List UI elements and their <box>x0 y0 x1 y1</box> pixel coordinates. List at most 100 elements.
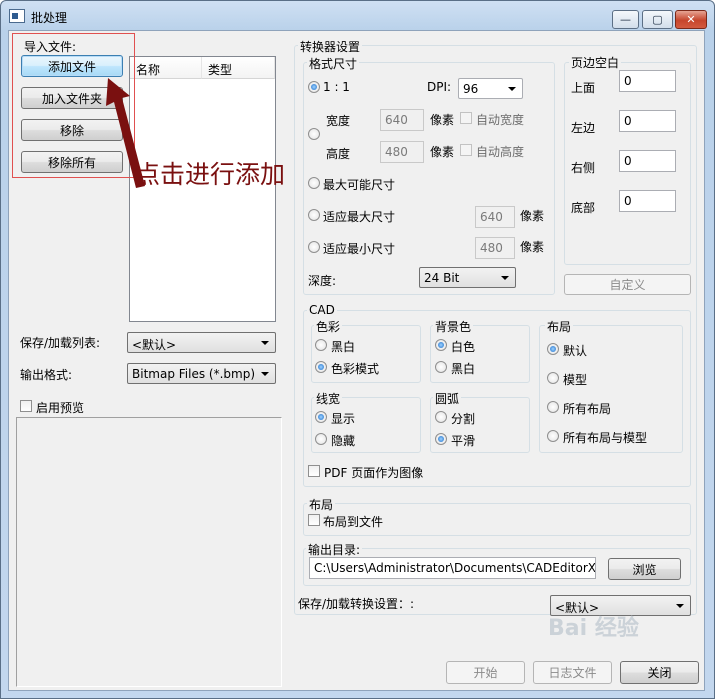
margin-left-input[interactable]: 0 <box>619 110 676 132</box>
background-white-radio[interactable] <box>435 339 447 351</box>
window-title: 批处理 <box>31 11 68 25</box>
custom-size-radio[interactable] <box>308 128 320 140</box>
save-list-value: <默认> <box>132 338 177 352</box>
dpi-combo[interactable]: 96 <box>458 78 523 99</box>
margin-bottom-label: 底部 <box>571 201 596 215</box>
depth-label: 深度: <box>308 274 337 288</box>
browse-button[interactable]: 浏览 <box>608 558 681 580</box>
layout-all-radio[interactable] <box>547 401 559 413</box>
margin-right-input[interactable]: 0 <box>619 150 676 172</box>
start-button[interactable]: 开始 <box>446 661 525 684</box>
margin-left-label: 左边 <box>571 121 596 135</box>
auto-height-checkbox[interactable] <box>460 144 472 156</box>
color-mode-radio[interactable] <box>315 361 327 373</box>
save-settings-label: 保存/加载转换设置：: <box>298 597 415 611</box>
fit-min-label: 适应最小尺寸 <box>323 242 396 256</box>
fit-max-radio[interactable] <box>308 209 320 221</box>
chevron-down-icon <box>508 87 516 91</box>
layout-section-title: 布局 <box>307 496 336 513</box>
column-header-type[interactable]: 类型 <box>202 57 275 79</box>
fit-min-radio[interactable] <box>308 241 320 253</box>
background-bw-radio[interactable] <box>435 361 447 373</box>
output-dir-input[interactable]: C:\Users\Administrator\Documents\CADEdit… <box>309 557 596 579</box>
maximize-button[interactable]: ▢ <box>642 10 673 29</box>
annotation-text: 点击进行添加 <box>135 160 286 189</box>
preview-label: 启用预览 <box>36 401 85 415</box>
margins-title: 页边空白 <box>569 54 622 71</box>
margin-top-input[interactable]: 0 <box>619 70 676 92</box>
layout-default-label: 默认 <box>563 344 588 358</box>
arc-smooth-label: 平滑 <box>451 434 476 448</box>
auto-width-label: 自动宽度 <box>476 113 525 127</box>
app-icon <box>9 9 25 23</box>
layout-model-label: 模型 <box>563 373 588 387</box>
log-file-button[interactable]: 日志文件 <box>533 661 612 684</box>
ratio-radio[interactable] <box>308 81 320 93</box>
layout-to-file-checkbox[interactable] <box>308 514 320 526</box>
cad-title: CAD <box>307 303 337 317</box>
output-format-value: Bitmap Files (*.bmp) <box>132 367 255 381</box>
lineweight-hide-label: 隐藏 <box>331 434 356 448</box>
fit-max-label: 适应最大尺寸 <box>323 210 396 224</box>
arc-smooth-radio[interactable] <box>435 433 447 445</box>
arc-split-radio[interactable] <box>435 411 447 423</box>
custom-margins-button[interactable]: 自定义 <box>564 274 691 295</box>
dpi-value: 96 <box>463 82 479 96</box>
color-mode-label: 色彩模式 <box>331 362 380 376</box>
output-dir-label: 输出目录: <box>306 541 363 558</box>
background-bw-label: 黑白 <box>451 362 476 376</box>
fit-max-input[interactable]: 640 <box>475 206 515 228</box>
format-size-title: 格式尺寸 <box>307 55 360 72</box>
arc-split-label: 分割 <box>451 412 476 426</box>
height-input[interactable]: 480 <box>380 141 424 163</box>
title-bar: 批处理 — ▢ ✕ <box>1 1 714 31</box>
chevron-down-icon <box>261 372 269 376</box>
layout-all-model-label: 所有布局与模型 <box>563 431 648 445</box>
chevron-down-icon <box>676 604 684 608</box>
margin-top-label: 上面 <box>571 81 596 95</box>
color-bw-label: 黑白 <box>331 340 356 354</box>
width-input[interactable]: 640 <box>380 109 424 131</box>
lineweight-title: 线宽 <box>314 390 343 407</box>
watermark: Bai 经验 <box>548 616 639 641</box>
chevron-down-icon <box>261 341 269 345</box>
width-unit: 像素 <box>430 113 455 127</box>
margin-right-label: 右侧 <box>571 161 596 175</box>
pdf-as-image-checkbox[interactable] <box>308 465 320 477</box>
layout-all-label: 所有布局 <box>563 402 612 416</box>
color-bw-radio[interactable] <box>315 339 327 351</box>
output-format-combo[interactable]: Bitmap Files (*.bmp) <box>127 363 276 384</box>
minimize-button[interactable]: — <box>612 10 639 29</box>
layout-default-radio[interactable] <box>547 343 559 355</box>
lineweight-show-label: 显示 <box>331 412 356 426</box>
depth-combo[interactable]: 24 Bit <box>419 267 516 288</box>
fit-min-unit: 像素 <box>520 240 545 254</box>
converter-settings-title: 转换器设置 <box>298 38 363 55</box>
color-title: 色彩 <box>314 318 343 335</box>
fit-min-input[interactable]: 480 <box>475 237 515 259</box>
max-possible-label: 最大可能尺寸 <box>323 178 396 192</box>
layout-all-model-radio[interactable] <box>547 430 559 442</box>
cad-layout-title: 布局 <box>545 318 574 335</box>
layout-model-radio[interactable] <box>547 372 559 384</box>
fit-max-unit: 像素 <box>520 209 545 223</box>
pdf-as-image-label: PDF 页面作为图像 <box>324 466 424 480</box>
auto-width-checkbox[interactable] <box>460 112 472 124</box>
close-window-button[interactable]: ✕ <box>675 10 707 29</box>
close-button[interactable]: 关闭 <box>620 661 699 684</box>
lineweight-show-radio[interactable] <box>315 411 327 423</box>
output-format-label: 输出格式: <box>20 368 73 382</box>
max-possible-radio[interactable] <box>308 177 320 189</box>
auto-height-label: 自动高度 <box>476 145 525 159</box>
height-unit: 像素 <box>430 145 455 159</box>
save-list-combo[interactable]: <默认> <box>127 332 276 353</box>
dpi-label: DPI: <box>427 80 452 94</box>
margin-bottom-input[interactable]: 0 <box>619 190 676 212</box>
ratio-label: 1 : 1 <box>323 80 350 94</box>
save-list-label: 保存/加载列表: <box>20 336 101 350</box>
preview-checkbox[interactable] <box>20 400 32 412</box>
background-title: 背景色 <box>433 318 474 335</box>
arc-title: 圆弧 <box>433 390 462 407</box>
preview-panel <box>16 417 282 687</box>
lineweight-hide-radio[interactable] <box>315 433 327 445</box>
